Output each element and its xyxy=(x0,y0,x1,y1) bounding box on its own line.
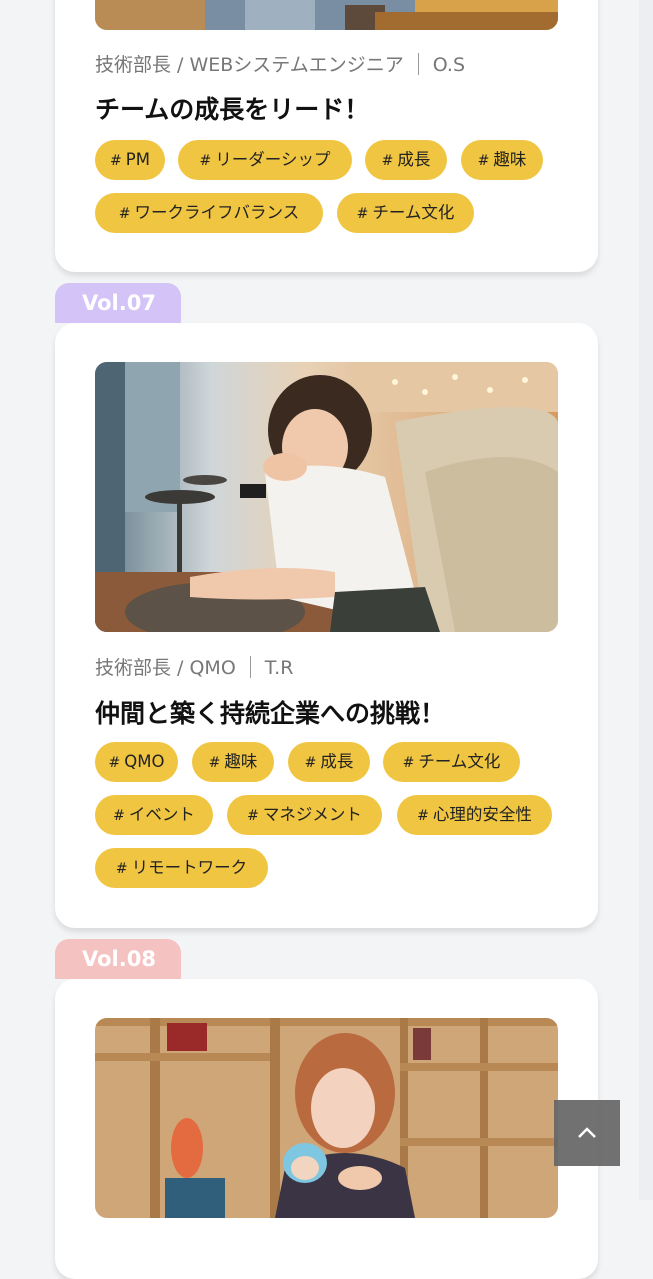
article-initials: O.S xyxy=(432,54,466,76)
tag-growth[interactable]: # 成長 xyxy=(288,742,370,782)
tag-psychological-safety[interactable]: # 心理的安全性 xyxy=(397,795,552,835)
meta-divider xyxy=(417,53,419,75)
article-card-vol07[interactable]: 技術部長 / QMO T.R 仲間と築く持続企業への挑戦！ # QMO # 趣味 # 成… xyxy=(55,323,598,928)
tag-growth[interactable]: # 成長 xyxy=(365,140,447,180)
meta-divider xyxy=(249,656,251,678)
tag-hobby[interactable]: # 趣味 xyxy=(192,742,274,782)
tag-management[interactable]: # マネジメント xyxy=(227,795,382,835)
vol-tab-07: Vol.07 xyxy=(55,283,181,323)
tag-team-culture[interactable]: # チーム文化 xyxy=(337,193,474,233)
article-meta: 技術部長 / WEBシステムエンジニア O.S xyxy=(95,50,465,77)
article-photo[interactable] xyxy=(95,0,558,30)
tag-hobby[interactable]: # 趣味 xyxy=(461,140,543,180)
tag-leadership[interactable]: # リーダーシップ xyxy=(178,140,352,180)
tag-work-life-balance[interactable]: # ワークライフバランス xyxy=(95,193,323,233)
scrollbar[interactable] xyxy=(639,0,653,1200)
vol-tab-08: Vol.08 xyxy=(55,939,181,979)
article-photo[interactable] xyxy=(95,362,558,632)
tag-qmo[interactable]: # QMO xyxy=(95,742,178,782)
tag-team-culture[interactable]: # チーム文化 xyxy=(383,742,520,782)
scroll-to-top-button[interactable] xyxy=(554,1100,620,1166)
tag-event[interactable]: # イベント xyxy=(95,795,213,835)
tag-pm[interactable]: # PM xyxy=(95,140,165,180)
article-initials: T.R xyxy=(264,657,294,679)
chevron-up-icon xyxy=(578,1127,596,1138)
article-dept: 技術部長 / QMO xyxy=(95,657,236,679)
article-dept: 技術部長 / WEBシステムエンジニア xyxy=(95,54,404,76)
article-meta: 技術部長 / QMO T.R xyxy=(95,653,293,680)
article-card-vol08[interactable] xyxy=(55,979,598,1279)
article-title[interactable]: 仲間と築く持続企業への挑戦！ xyxy=(95,694,445,730)
tag-remote-work[interactable]: # リモートワーク xyxy=(95,848,268,888)
article-photo[interactable] xyxy=(95,1018,558,1218)
article-card-vol06[interactable]: 技術部長 / WEBシステムエンジニア O.S チームの成長をリード！ # PM #… xyxy=(55,0,598,272)
article-title[interactable]: チームの成長をリード！ xyxy=(95,90,369,126)
